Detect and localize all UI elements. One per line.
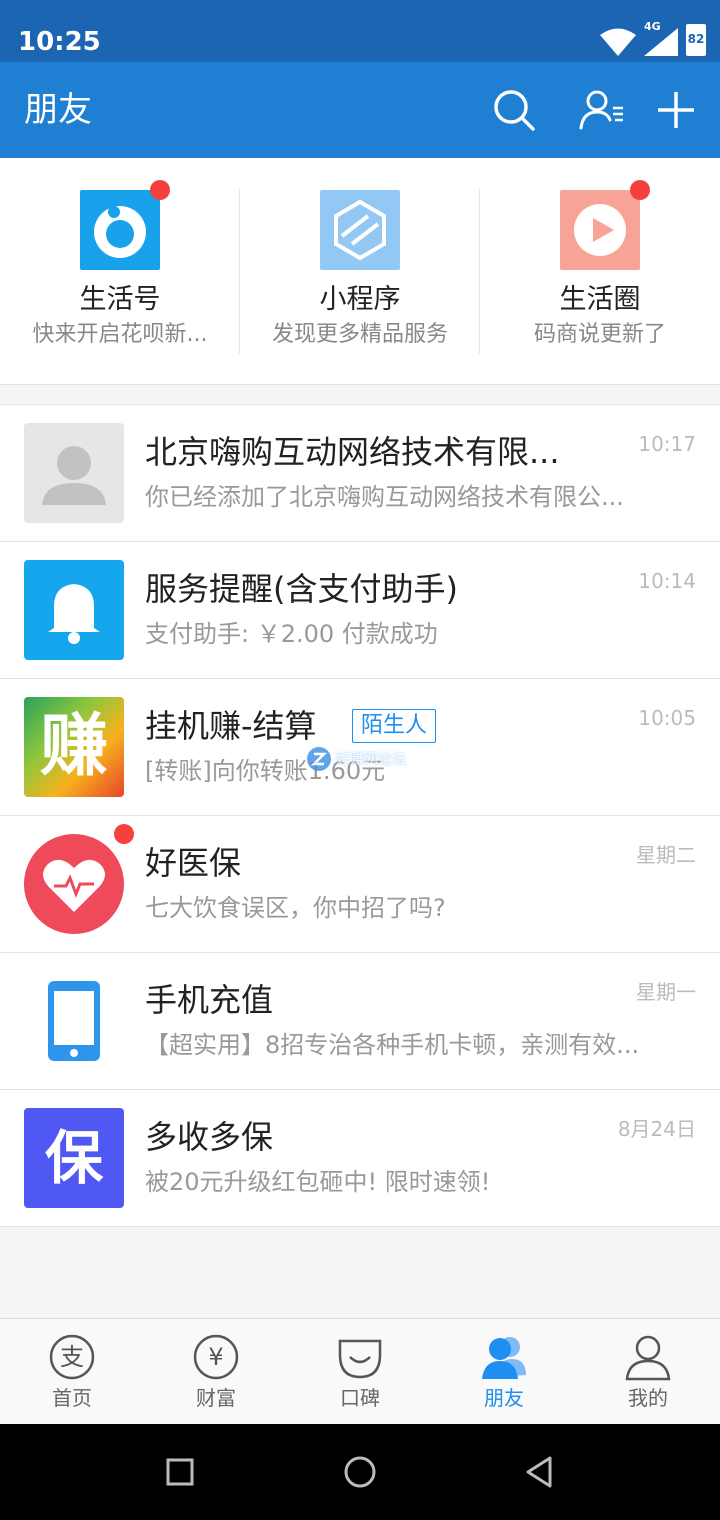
earn-avatar: 赚 (24, 697, 124, 797)
message-title: 多收多保 (145, 1118, 274, 1156)
network-type: 4G (644, 20, 661, 33)
tab-icon-glyph: ¥ (208, 1343, 224, 1371)
heart-icon (24, 834, 124, 934)
message-row[interactable]: 手机充值 【超实用】8招专治各种手机卡顿，亲测有效... 星期一 (0, 953, 720, 1090)
battery-level: 82 (687, 32, 705, 46)
message-time: 10:17 (638, 432, 696, 456)
message-row[interactable]: 服务提醒(含支付助手) 支付助手: ￥2.00 付款成功 10:14 (0, 542, 720, 679)
quick-item-life-circle[interactable]: 生活圈 码商说更新了 (480, 158, 720, 384)
notification-dot (150, 180, 170, 200)
quick-item-title: 小程序 (319, 284, 401, 315)
quick-item-title: 生活号 (79, 284, 161, 315)
recents-icon[interactable] (160, 1452, 200, 1492)
app-header: 朋友 (0, 62, 720, 158)
koubei-icon (338, 1339, 382, 1379)
cell-signal-icon: 4G (644, 20, 678, 56)
alipay-icon: 支 (48, 1333, 96, 1381)
message-preview: 被20元升级红包砸中! 限时速领! (145, 1168, 491, 1196)
message-preview: 七大饮食误区，你中招了吗? (145, 894, 446, 922)
tab-icon-glyph: 支 (60, 1343, 84, 1371)
page-title: 朋友 (24, 90, 92, 130)
tab-home[interactable]: 支 首页 (0, 1319, 144, 1425)
wealth-icon: ¥ (192, 1333, 240, 1381)
wifi-icon (600, 28, 636, 56)
stranger-badge: 陌生人 (352, 709, 437, 743)
avatar-text: 保 (44, 1124, 103, 1192)
message-time: 10:14 (638, 569, 696, 593)
message-preview: 支付助手: ￥2.00 付款成功 (145, 620, 438, 648)
bell-icon (24, 560, 124, 660)
battery-icon: 82 (686, 24, 706, 56)
message-title: 挂机赚-结算 (145, 707, 317, 745)
contacts-button[interactable] (576, 84, 628, 136)
message-row[interactable]: 北京嗨购互动网络技术有限... 你已经添加了北京嗨购互动网络技术有限公... 1… (0, 405, 720, 542)
friends-icon (482, 1337, 526, 1379)
quick-item-mini-programs[interactable]: 小程序 发现更多精品服务 (240, 158, 480, 384)
tab-label: 我的 (628, 1386, 668, 1410)
message-title: 服务提醒(含支付助手) (145, 570, 458, 608)
quick-item-subtitle: 发现更多精品服务 (271, 322, 448, 347)
message-time: 10:05 (638, 706, 696, 730)
search-button[interactable] (488, 84, 540, 136)
status-time: 10:25 (18, 27, 101, 57)
system-nav-bar (0, 1424, 720, 1520)
phone-icon (24, 971, 124, 1071)
message-list: 北京嗨购互动网络技术有限... 你已经添加了北京嗨购互动网络技术有限公... 1… (0, 404, 720, 1227)
message-time: 8月24日 (617, 1117, 696, 1141)
user-icon (625, 1335, 671, 1381)
default-avatar-icon (24, 423, 124, 523)
quick-entry-panel: 生活号 快来开启花呗新... 小程序 发现更多精品服务 生活圈 码商说更新了 (0, 158, 720, 385)
tab-label: 口碑 (340, 1386, 380, 1410)
tab-wealth[interactable]: ¥ 财富 (144, 1319, 288, 1425)
bottom-tab-bar: 支 首页 ¥ 财富 口碑 朋友 我的 (0, 1318, 720, 1425)
quick-item-title: 生活圈 (559, 284, 641, 315)
tab-me[interactable]: 我的 (576, 1319, 720, 1425)
contacts-icon (579, 90, 623, 130)
notification-dot (114, 824, 134, 844)
insurance-avatar: 保 (24, 1108, 124, 1208)
message-preview: 你已经添加了北京嗨购互动网络技术有限公... (145, 483, 624, 511)
message-title: 手机充值 (145, 981, 274, 1019)
message-time: 星期二 (636, 843, 696, 867)
back-icon[interactable] (520, 1452, 560, 1492)
message-preview: 【超实用】8招专治各种手机卡顿，亲测有效... (145, 1031, 640, 1059)
message-time: 星期一 (636, 980, 696, 1004)
plus-icon (658, 92, 694, 128)
message-title: 好医保 (145, 844, 242, 882)
watermark-text: 好赚网论坛 (336, 752, 406, 768)
life-circle-icon (560, 190, 640, 270)
home-icon[interactable] (340, 1452, 380, 1492)
status-icons: 4G 82 (600, 20, 706, 56)
tab-label: 首页 (52, 1386, 92, 1410)
tab-label: 朋友 (484, 1386, 524, 1410)
quick-item-subtitle: 码商说更新了 (533, 322, 666, 347)
notification-dot (630, 180, 650, 200)
mini-program-icon (320, 190, 400, 270)
life-account-icon (80, 190, 160, 270)
watermark: 好赚网论坛 (306, 746, 416, 772)
avatar-text: 赚 (39, 707, 108, 786)
message-row[interactable]: 好医保 七大饮食误区，你中招了吗? 星期二 (0, 816, 720, 953)
tab-koubei[interactable]: 口碑 (288, 1319, 432, 1425)
status-bar: 10:25 4G 82 (0, 0, 720, 62)
search-icon (494, 90, 535, 131)
add-button[interactable] (650, 84, 702, 136)
message-row[interactable]: 保 多收多保 被20元升级红包砸中! 限时速领! 8月24日 (0, 1090, 720, 1227)
tab-label: 财富 (196, 1386, 236, 1410)
message-title: 北京嗨购互动网络技术有限... (145, 433, 560, 471)
tab-friends[interactable]: 朋友 (432, 1319, 576, 1425)
quick-item-life-account[interactable]: 生活号 快来开启花呗新... (0, 158, 240, 384)
quick-item-subtitle: 快来开启花呗新... (32, 322, 208, 347)
